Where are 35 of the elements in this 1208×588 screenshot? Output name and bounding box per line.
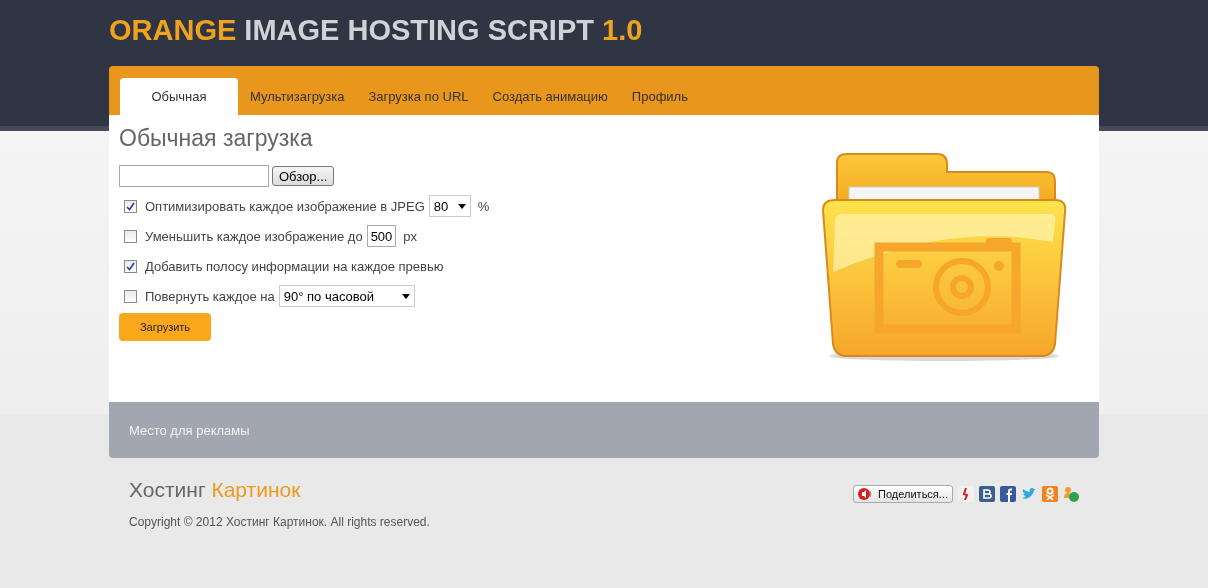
option-label: Уменьшить каждое изображение до <box>145 228 363 244</box>
caret-icon <box>457 203 466 209</box>
checkbox[interactable] <box>124 199 137 213</box>
option-label: Оптимизировать каждое изображение в JPEG <box>145 198 425 214</box>
checkbox[interactable] <box>124 259 137 273</box>
checkbox[interactable] <box>124 289 137 303</box>
copyright-text: Copyright © 2012 Хостинг Картинок. All rights reserved. <box>129 515 430 529</box>
size-field[interactable]: 500 <box>366 225 397 247</box>
file-field[interactable] <box>119 165 269 187</box>
upload-button[interactable]: Загрузить <box>119 313 211 341</box>
nav-tab[interactable]: Обычная <box>120 78 238 115</box>
share-button[interactable]: Поделиться... <box>853 485 953 503</box>
option-label: Повернуть каждое на <box>145 288 275 304</box>
page-heading: Обычная загрузка <box>119 125 314 152</box>
unit-label: px <box>403 228 418 244</box>
browse-button[interactable]: Обзор... <box>272 166 335 186</box>
nav-tab[interactable]: Мультизагрузка <box>238 78 357 115</box>
nav-tab[interactable]: Загрузка по URL <box>356 78 481 115</box>
caret-icon <box>401 293 410 299</box>
option-label: Добавить полосу информации на каждое превью <box>145 258 444 274</box>
bird-icon[interactable] <box>1021 487 1037 501</box>
people-icon[interactable] <box>1063 486 1079 502</box>
nav-tab[interactable]: Создать анимацию <box>480 78 620 115</box>
site-title: ORANGE IMAGE HOSTING SCRIPT 1.0 <box>109 14 644 47</box>
folder-camera-icon <box>819 152 1069 364</box>
ad-text: Место для рекламы <box>129 422 250 438</box>
social-icon[interactable] <box>979 486 995 502</box>
footer-brand: Хостинг Картинок <box>129 478 302 502</box>
unit-label: % <box>477 198 490 214</box>
speaker-icon <box>858 488 875 500</box>
dropdown[interactable]: 90° по часовой <box>278 285 415 307</box>
dropdown[interactable]: 80 <box>428 195 471 217</box>
nav-tab[interactable]: Профиль <box>619 78 700 115</box>
checkbox[interactable] <box>124 229 137 243</box>
social-icon[interactable] <box>1000 486 1016 502</box>
